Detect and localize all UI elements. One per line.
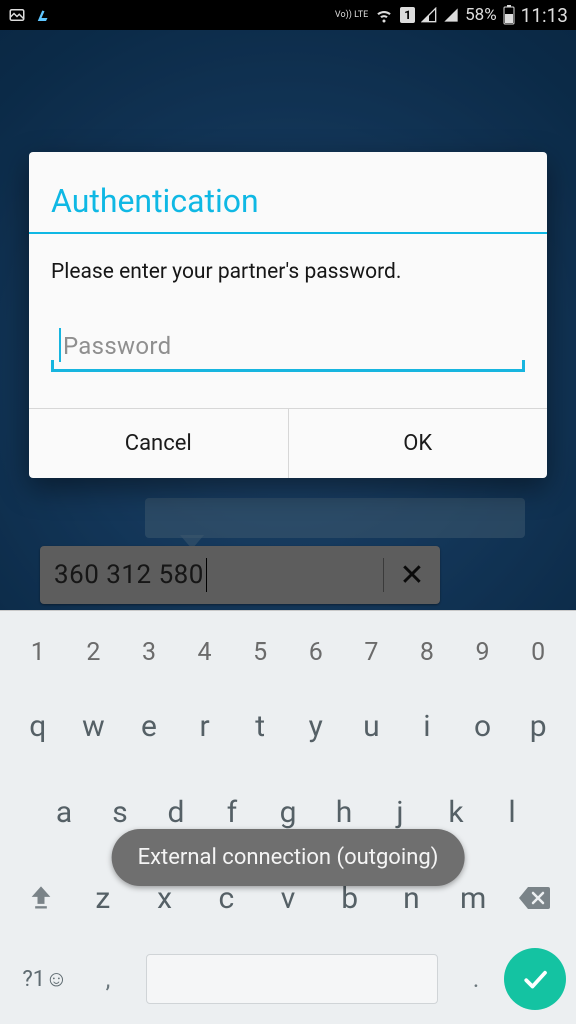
key-o[interactable]: o — [455, 709, 511, 744]
key-p[interactable]: p — [510, 709, 566, 744]
clock: 11:13 — [521, 4, 568, 27]
shift-key[interactable] — [10, 883, 72, 913]
key-2[interactable]: 2 — [66, 638, 122, 667]
toast: External connection (outgoing) — [112, 829, 465, 886]
symbols-key[interactable]: ?1☺ — [10, 966, 80, 992]
battery-text: 58% — [465, 5, 497, 25]
key-g[interactable]: g — [260, 795, 316, 830]
password-placeholder: Password — [63, 332, 171, 360]
wifi-icon — [374, 6, 394, 24]
sim-indicator: 1 — [400, 7, 415, 23]
battery-icon — [503, 5, 515, 25]
dialog-message: Please enter your partner's password. — [51, 260, 525, 284]
key-7[interactable]: 7 — [344, 638, 400, 667]
signal-1-icon — [421, 7, 437, 23]
key-a[interactable]: a — [36, 795, 92, 830]
key-s[interactable]: s — [92, 795, 148, 830]
key-6[interactable]: 6 — [288, 638, 344, 667]
key-t[interactable]: t — [232, 709, 288, 744]
period-key[interactable]: . — [448, 965, 504, 993]
key-h[interactable]: h — [316, 795, 372, 830]
volte-indicator: Vo)) LTE — [335, 11, 368, 20]
key-q[interactable]: q — [10, 709, 66, 744]
dialog-title: Authentication — [29, 152, 547, 232]
key-l[interactable]: l — [484, 795, 540, 830]
key-9[interactable]: 9 — [455, 638, 511, 667]
key-e[interactable]: e — [121, 709, 177, 744]
key-3[interactable]: 3 — [121, 638, 177, 667]
key-r[interactable]: r — [177, 709, 233, 744]
key-k[interactable]: k — [428, 795, 484, 830]
comma-key[interactable]: , — [80, 965, 136, 993]
text-caret — [59, 328, 61, 362]
password-input[interactable]: Password — [51, 326, 525, 372]
key-u[interactable]: u — [344, 709, 400, 744]
auth-dialog: Authentication Please enter your partner… — [29, 152, 547, 478]
cancel-button[interactable]: Cancel — [29, 409, 288, 478]
cleaner-icon — [34, 6, 52, 24]
status-bar: Vo)) LTE 1 58% 11:13 — [0, 0, 576, 30]
key-f[interactable]: f — [204, 795, 260, 830]
enter-key[interactable] — [504, 948, 566, 1010]
shift-icon — [27, 883, 55, 913]
soft-keyboard: 1 2 3 4 5 6 7 8 9 0 q w e r t y u i o p … — [0, 610, 576, 1024]
signal-2-icon — [443, 7, 459, 23]
key-5[interactable]: 5 — [232, 638, 288, 667]
key-y[interactable]: y — [288, 709, 344, 744]
key-z[interactable]: z — [72, 881, 134, 916]
key-8[interactable]: 8 — [399, 638, 455, 667]
ok-button[interactable]: OK — [289, 409, 548, 478]
key-i[interactable]: i — [399, 709, 455, 744]
key-1[interactable]: 1 — [10, 638, 66, 667]
check-icon — [520, 964, 550, 994]
backspace-key[interactable] — [504, 885, 566, 911]
key-j[interactable]: j — [372, 795, 428, 830]
key-w[interactable]: w — [66, 709, 122, 744]
picture-icon — [8, 6, 26, 24]
key-4[interactable]: 4 — [177, 638, 233, 667]
space-key[interactable] — [146, 954, 438, 1004]
key-0[interactable]: 0 — [510, 638, 566, 667]
key-m[interactable]: m — [442, 881, 504, 916]
backspace-icon — [518, 885, 552, 911]
key-d[interactable]: d — [148, 795, 204, 830]
toast-text: External connection (outgoing) — [138, 845, 439, 870]
